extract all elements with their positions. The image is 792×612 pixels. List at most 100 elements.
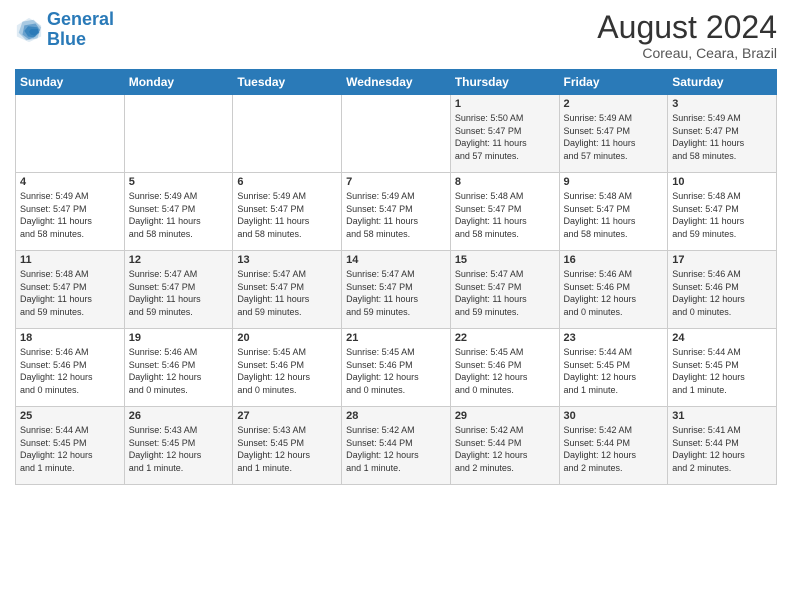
calendar-day-cell: 14 Sunrise: 5:47 AM Sunset: 5:47 PM Dayli… <box>342 251 451 329</box>
day-info: Sunrise: 5:49 AM Sunset: 5:47 PM Dayligh… <box>564 112 664 162</box>
day-info: Sunrise: 5:42 AM Sunset: 5:44 PM Dayligh… <box>564 424 664 474</box>
calendar-day-cell: 31 Sunrise: 5:41 AM Sunset: 5:44 PM Dayli… <box>668 407 777 485</box>
calendar-day-cell: 28Sunrise: 5:42 AM Sunset: 5:44 PM Dayli… <box>342 407 451 485</box>
calendar-day-cell: 21 Sunrise: 5:45 AM Sunset: 5:46 PM Dayli… <box>342 329 451 407</box>
day-number: 6 <box>237 176 337 188</box>
calendar-day-cell: 1Sunrise: 5:50 AM Sunset: 5:47 PM Daylig… <box>450 95 559 173</box>
day-info: Sunrise: 5:48 AM Sunset: 5:47 PM Dayligh… <box>455 190 555 240</box>
day-info: Sunrise: 5:49 AM Sunset: 5:47 PM Dayligh… <box>237 190 337 240</box>
calendar-day-cell: 6 Sunrise: 5:49 AM Sunset: 5:47 PM Daylig… <box>233 173 342 251</box>
calendar-day-cell: 8 Sunrise: 5:48 AM Sunset: 5:47 PM Daylig… <box>450 173 559 251</box>
day-info: Sunrise: 5:45 AM Sunset: 5:46 PM Dayligh… <box>346 346 446 396</box>
logo-icon <box>15 16 43 44</box>
weekday-header: Monday <box>124 70 233 95</box>
day-info: Sunrise: 5:46 AM Sunset: 5:46 PM Dayligh… <box>672 268 772 318</box>
weekday-header: Wednesday <box>342 70 451 95</box>
day-info: Sunrise: 5:43 AM Sunset: 5:45 PM Dayligh… <box>129 424 229 474</box>
page-header: General Blue August 2024 Coreau, Ceara, … <box>15 10 777 61</box>
day-number: 11 <box>20 254 120 266</box>
weekday-header: Saturday <box>668 70 777 95</box>
calendar-day-cell: 11 Sunrise: 5:48 AM Sunset: 5:47 PM Dayli… <box>16 251 125 329</box>
calendar-day-cell: 18 Sunrise: 5:46 AM Sunset: 5:46 PM Dayli… <box>16 329 125 407</box>
day-info: Sunrise: 5:46 AM Sunset: 5:46 PM Dayligh… <box>20 346 120 396</box>
calendar-day-cell: 22 Sunrise: 5:45 AM Sunset: 5:46 PM Dayli… <box>450 329 559 407</box>
day-info: Sunrise: 5:43 AM Sunset: 5:45 PM Dayligh… <box>237 424 337 474</box>
day-info: Sunrise: 5:48 AM Sunset: 5:47 PM Dayligh… <box>20 268 120 318</box>
day-number: 23 <box>564 332 664 344</box>
day-number: 17 <box>672 254 772 266</box>
calendar-header-row: SundayMondayTuesdayWednesdayThursdayFrid… <box>16 70 777 95</box>
day-number: 22 <box>455 332 555 344</box>
logo-line2: Blue <box>47 29 86 49</box>
calendar-day-cell: 29 Sunrise: 5:42 AM Sunset: 5:44 PM Dayli… <box>450 407 559 485</box>
page-container: General Blue August 2024 Coreau, Ceara, … <box>0 0 792 612</box>
weekday-header: Sunday <box>16 70 125 95</box>
day-info: Sunrise: 5:41 AM Sunset: 5:44 PM Dayligh… <box>672 424 772 474</box>
logo: General Blue <box>15 10 114 50</box>
calendar-day-cell: 5 Sunrise: 5:49 AM Sunset: 5:47 PM Daylig… <box>124 173 233 251</box>
calendar-day-cell: 2 Sunrise: 5:49 AM Sunset: 5:47 PM Daylig… <box>559 95 668 173</box>
day-number: 21 <box>346 332 446 344</box>
calendar-day-cell: 17 Sunrise: 5:46 AM Sunset: 5:46 PM Dayli… <box>668 251 777 329</box>
logo-line1: General <box>47 9 114 29</box>
day-info: Sunrise: 5:47 AM Sunset: 5:47 PM Dayligh… <box>455 268 555 318</box>
day-info: Sunrise: 5:49 AM Sunset: 5:47 PM Dayligh… <box>672 112 772 162</box>
day-number: 7 <box>346 176 446 188</box>
calendar-day-cell: 30 Sunrise: 5:42 AM Sunset: 5:44 PM Dayli… <box>559 407 668 485</box>
day-number: 29 <box>455 410 555 422</box>
main-title: August 2024 <box>597 10 777 45</box>
day-info: Sunrise: 5:46 AM Sunset: 5:46 PM Dayligh… <box>129 346 229 396</box>
day-number: 31 <box>672 410 772 422</box>
day-info: Sunrise: 5:44 AM Sunset: 5:45 PM Dayligh… <box>672 346 772 396</box>
weekday-header: Friday <box>559 70 668 95</box>
calendar-day-cell: 4Sunrise: 5:49 AM Sunset: 5:47 PM Daylig… <box>16 173 125 251</box>
calendar-day-cell: 24 Sunrise: 5:44 AM Sunset: 5:45 PM Dayli… <box>668 329 777 407</box>
day-number: 30 <box>564 410 664 422</box>
calendar-day-cell: 20 Sunrise: 5:45 AM Sunset: 5:46 PM Dayli… <box>233 329 342 407</box>
calendar-day-cell: 27 Sunrise: 5:43 AM Sunset: 5:45 PM Dayli… <box>233 407 342 485</box>
day-info: Sunrise: 5:48 AM Sunset: 5:47 PM Dayligh… <box>564 190 664 240</box>
day-info: Sunrise: 5:49 AM Sunset: 5:47 PM Dayligh… <box>129 190 229 240</box>
day-number: 27 <box>237 410 337 422</box>
calendar-day-cell <box>233 95 342 173</box>
day-number: 24 <box>672 332 772 344</box>
calendar-day-cell: 19 Sunrise: 5:46 AM Sunset: 5:46 PM Dayli… <box>124 329 233 407</box>
day-number: 13 <box>237 254 337 266</box>
calendar-table: SundayMondayTuesdayWednesdayThursdayFrid… <box>15 69 777 485</box>
day-number: 2 <box>564 98 664 110</box>
calendar-day-cell: 26Sunrise: 5:43 AM Sunset: 5:45 PM Dayli… <box>124 407 233 485</box>
day-info: Sunrise: 5:46 AM Sunset: 5:46 PM Dayligh… <box>564 268 664 318</box>
calendar-day-cell: 16 Sunrise: 5:46 AM Sunset: 5:46 PM Dayli… <box>559 251 668 329</box>
day-info: Sunrise: 5:42 AM Sunset: 5:44 PM Dayligh… <box>346 424 446 474</box>
day-number: 1 <box>455 98 555 110</box>
day-info: Sunrise: 5:42 AM Sunset: 5:44 PM Dayligh… <box>455 424 555 474</box>
calendar-day-cell <box>16 95 125 173</box>
day-number: 14 <box>346 254 446 266</box>
calendar-day-cell: 10Sunrise: 5:48 AM Sunset: 5:47 PM Dayli… <box>668 173 777 251</box>
day-number: 8 <box>455 176 555 188</box>
calendar-week-row: 25 Sunrise: 5:44 AM Sunset: 5:45 PM Dayli… <box>16 407 777 485</box>
title-block: August 2024 Coreau, Ceara, Brazil <box>597 10 777 61</box>
day-number: 20 <box>237 332 337 344</box>
day-info: Sunrise: 5:47 AM Sunset: 5:47 PM Dayligh… <box>346 268 446 318</box>
calendar-day-cell: 23Sunrise: 5:44 AM Sunset: 5:45 PM Dayli… <box>559 329 668 407</box>
day-number: 25 <box>20 410 120 422</box>
day-number: 18 <box>20 332 120 344</box>
calendar-day-cell <box>124 95 233 173</box>
day-number: 16 <box>564 254 664 266</box>
day-number: 5 <box>129 176 229 188</box>
day-number: 10 <box>672 176 772 188</box>
calendar-week-row: 1Sunrise: 5:50 AM Sunset: 5:47 PM Daylig… <box>16 95 777 173</box>
calendar-day-cell: 7Sunrise: 5:49 AM Sunset: 5:47 PM Daylig… <box>342 173 451 251</box>
logo-text: General Blue <box>47 10 114 50</box>
day-info: Sunrise: 5:47 AM Sunset: 5:47 PM Dayligh… <box>129 268 229 318</box>
day-info: Sunrise: 5:49 AM Sunset: 5:47 PM Dayligh… <box>20 190 120 240</box>
day-info: Sunrise: 5:45 AM Sunset: 5:46 PM Dayligh… <box>455 346 555 396</box>
calendar-week-row: 4Sunrise: 5:49 AM Sunset: 5:47 PM Daylig… <box>16 173 777 251</box>
day-info: Sunrise: 5:45 AM Sunset: 5:46 PM Dayligh… <box>237 346 337 396</box>
calendar-day-cell <box>342 95 451 173</box>
day-info: Sunrise: 5:47 AM Sunset: 5:47 PM Dayligh… <box>237 268 337 318</box>
day-number: 9 <box>564 176 664 188</box>
day-info: Sunrise: 5:44 AM Sunset: 5:45 PM Dayligh… <box>20 424 120 474</box>
day-number: 19 <box>129 332 229 344</box>
